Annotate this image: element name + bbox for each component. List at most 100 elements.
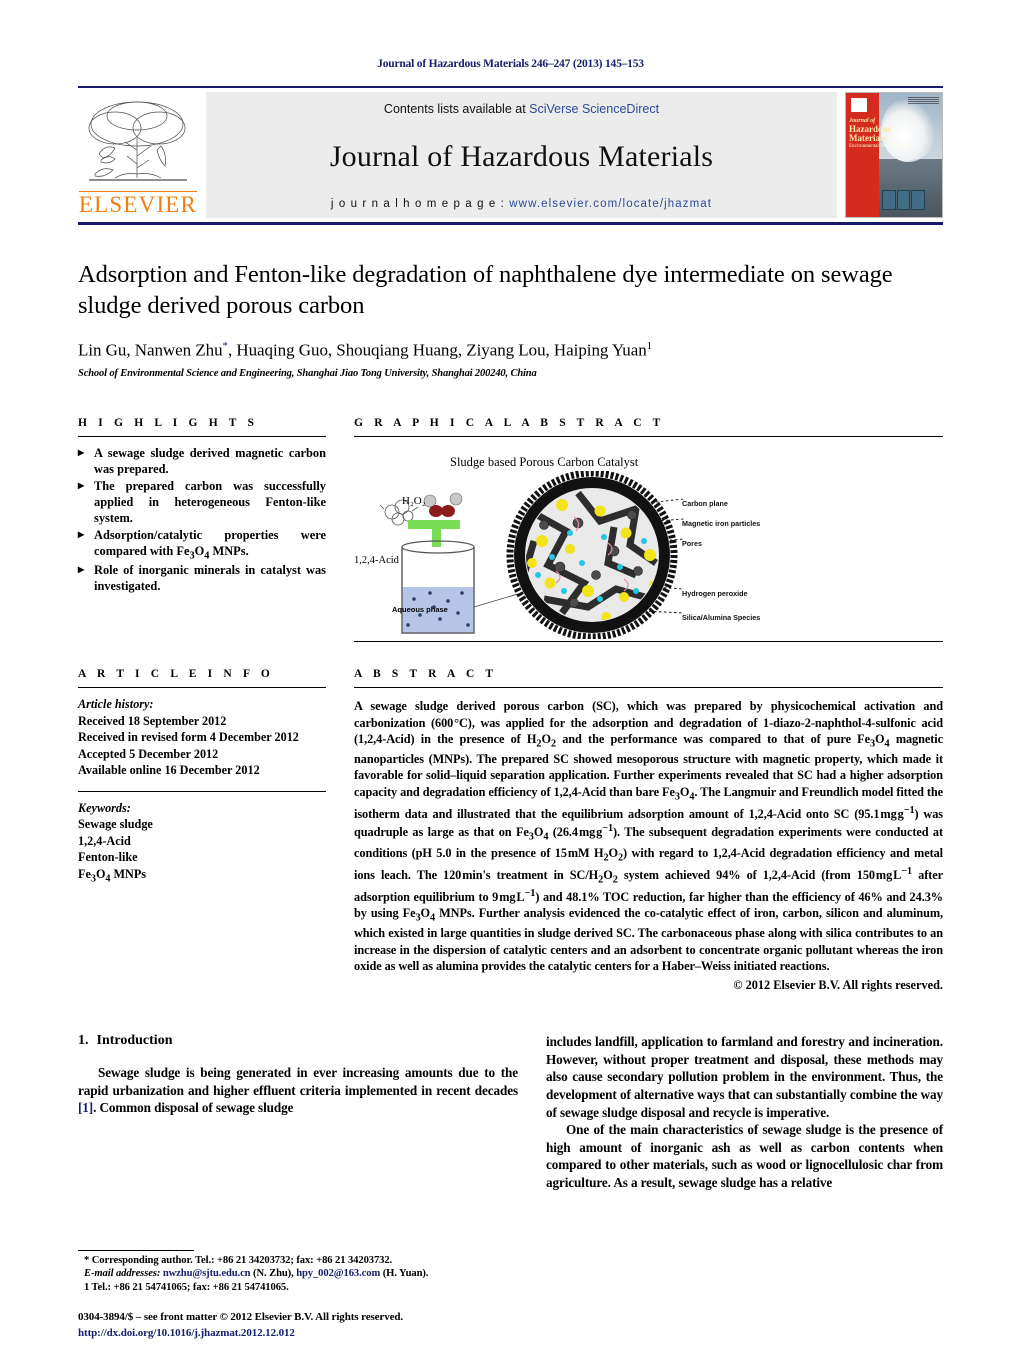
highlights-section: H I G H L I G H T S A sewage sludge deri… [78,417,326,642]
paragraph: One of the main characteristics of sewag… [546,1122,943,1190]
elsevier-tree-icon [88,101,187,181]
title-block: Adsorption and Fenton-like degradation o… [78,225,943,379]
contents-prefix: Contents lists available at [383,102,530,116]
graphical-abstract-rule [354,436,943,438]
article-history-block: Article history: Received 18 September 2… [78,688,326,778]
beaker-icon [401,540,475,634]
cover-top-rule [908,97,939,104]
issn-line: 0304-3894/$ – see front matter © 2012 El… [78,1311,404,1324]
footnote-emails: E-mail addresses: nwzhu@sjtu.edu.cn (N. … [78,1267,518,1281]
article-info-section: A R T I C L E I N F O Article history: R… [78,668,326,993]
keyword-item: 1,2,4-Acid [78,833,131,848]
list-item: Adsorption/catalytic properties were com… [78,527,326,563]
legend-item-silica-alumina: Silica/Alumina Species [682,613,761,623]
beaker-diagram [379,493,518,634]
authors-post: , Huaqing Guo, Shouqiang Huang, Ziyang L… [227,340,647,360]
info-abstract-row: A R T I C L E I N F O Article history: R… [78,668,943,993]
cover-title-line3: Materials [849,133,886,144]
footnote-block: * Corresponding author. Tel.: +86 21 342… [78,1249,518,1295]
paragraph: includes landfill, application to farmla… [546,1034,943,1120]
footnote-author-1: 1 Tel.: +86 21 54741065; fax: +86 21 547… [84,1282,289,1294]
cover-subtitle: Environmental Technologies [849,143,907,149]
keyword-item: Sewage sludge [78,817,153,832]
keyword-item: Fenton-like [78,850,138,865]
body-text-row: 1. Introduction Sewage sludge is being ge… [78,1033,943,1191]
highlight-text: The prepared carbon was successfully app… [94,479,326,525]
paragraph-text: Sewage sludge is being generated in ever… [78,1065,518,1098]
body-column-left: 1. Introduction Sewage sludge is being ge… [78,1033,518,1191]
legend-item-pores: Pores [682,539,702,549]
figure-caption: Sludge based Porous Carbon Catalyst [450,455,639,470]
graphical-abstract-heading: G R A P H I C A L A B S T R A C T [354,417,665,430]
email-label: E-mail addresses: [84,1268,161,1280]
affiliation: School of Environmental Science and Engi… [78,368,537,380]
running-head: Journal of Hazardous Materials 246–247 (… [377,58,644,70]
author-list: Lin Gu, Nanwen Zhu*, Huaqing Guo, Shouqi… [78,340,943,361]
keywords-label: Keywords: [78,800,131,815]
history-received: Received 18 September 2012 [78,713,227,728]
doi-link[interactable]: http://dx.doi.org/10.1016/j.jhazmat.2012… [78,1326,578,1341]
footnote-corresponding-author: * Corresponding author. Tel.: +86 21 342… [84,1254,393,1266]
email-link-2[interactable]: hpy_002@163.com [296,1268,380,1279]
elsevier-logo: ELSEVIER [78,92,198,218]
authors-pre: Lin Gu, Nanwen Zhu [78,340,223,360]
legend-item-carbon-plane: Carbon plane [682,499,728,509]
h2o2-molecule-icon [423,493,463,518]
paper-title: Adsorption and Fenton-like degradation o… [78,261,893,320]
section-name: Introduction [96,1033,173,1049]
journal-homepage-line: j o u r n a l h o m e p a g e : www.else… [331,198,712,210]
abstract-section: A B S T R A C T A sewage sludge derived … [354,668,943,993]
highlights-list: A sewage sludge derived magnetic carbon … [78,445,326,595]
keywords-block: Keywords: Sewage sludge 1,2,4-Acid Fento… [78,800,326,886]
highlight-text: A sewage sludge derived magnetic carbon … [94,446,326,477]
graphical-abstract-section: G R A P H I C A L A B S T R A C T Sludge… [354,417,943,643]
reference-link-1[interactable]: [1] [78,1100,93,1115]
article-info-heading: A R T I C L E I N F O [78,668,274,681]
history-available-online: Available online 16 December 2012 [78,763,260,778]
journal-title: Journal of Hazardous Materials [329,140,714,173]
paragraph: Sewage sludge is being generated in ever… [78,1064,518,1117]
list-item: Role of inorganic minerals in catalyst w… [78,562,326,595]
list-item: A sewage sludge derived magnetic carbon … [78,445,326,478]
abstract-text: A sewage sludge derived porous carbon (S… [354,699,944,973]
graphical-abstract-bottom-rule [354,641,943,643]
h2o2-label: H₂O₂ [402,495,426,508]
journal-band: Contents lists available at SciVerse Sci… [206,92,837,218]
porous-carbon-particle-diagram [506,471,684,640]
sciencedirect-link[interactable]: SciVerse ScienceDirect [529,102,659,116]
author-footnote-marker[interactable]: 1 [647,340,653,352]
journal-cover-thumbnail: Journal of Hazardous Materials Environme… [845,92,943,218]
abstract-copyright: © 2012 Elsevier B.V. All rights reserved… [733,978,943,993]
section-number: 1. [78,1033,89,1049]
cover-title-text: Journal of Hazardous Materials Environme… [849,115,909,149]
journal-homepage-link[interactable]: www.elsevier.com/locate/jhazmat [509,198,712,210]
email-owner-1: (N. Zhu), [250,1268,294,1280]
cover-tank [896,190,911,210]
footer-block: 0304-3894/$ – see front matter © 2012 El… [78,1310,578,1341]
legend-item-magnetic-iron: Magnetic iron particles [682,519,761,529]
elsevier-wordmark: ELSEVIER [78,191,198,217]
footnote-rule [78,1249,194,1251]
highlight-text: Adsorption/catalytic properties were com… [94,527,326,562]
cover-elsevier-mark [850,97,868,113]
email-link-1[interactable]: nwzhu@sjtu.edu.cn [163,1268,251,1279]
graphical-abstract-figure: Sludge based Porous Carbon Catalyst H₂O₂… [354,451,943,640]
history-accepted: Accepted 5 December 2012 [78,746,219,761]
acid-label: 1,2,4-Acid [354,555,399,567]
highlight-text: Role of inorganic minerals in catalyst w… [94,563,326,594]
list-item: The prepared carbon was successfully app… [78,478,326,527]
highlights-rule [78,436,326,438]
article-history-label: Article history: [78,697,154,712]
homepage-prefix: j o u r n a l h o m e p a g e : [330,198,510,210]
email-owner-2: (H. Yuan). [380,1268,429,1280]
journal-masthead: ELSEVIER Contents lists available at Sci… [78,86,943,225]
body-column-right: includes landfill, application to farmla… [546,1033,943,1191]
cover-tank [911,190,925,210]
history-revised: Received in revised form 4 December 2012 [78,730,299,745]
aqueous-phase-label: Aqueous phase [392,605,448,615]
section-title-introduction: 1. Introduction [78,1033,518,1049]
highlights-graphical-row: H I G H L I G H T S A sewage sludge deri… [78,417,943,643]
contents-available-line: Contents lists available at SciVerse Sci… [384,102,659,116]
keyword-item: Fe3O4 MNPs [78,866,147,885]
keywords-rule [78,790,326,792]
